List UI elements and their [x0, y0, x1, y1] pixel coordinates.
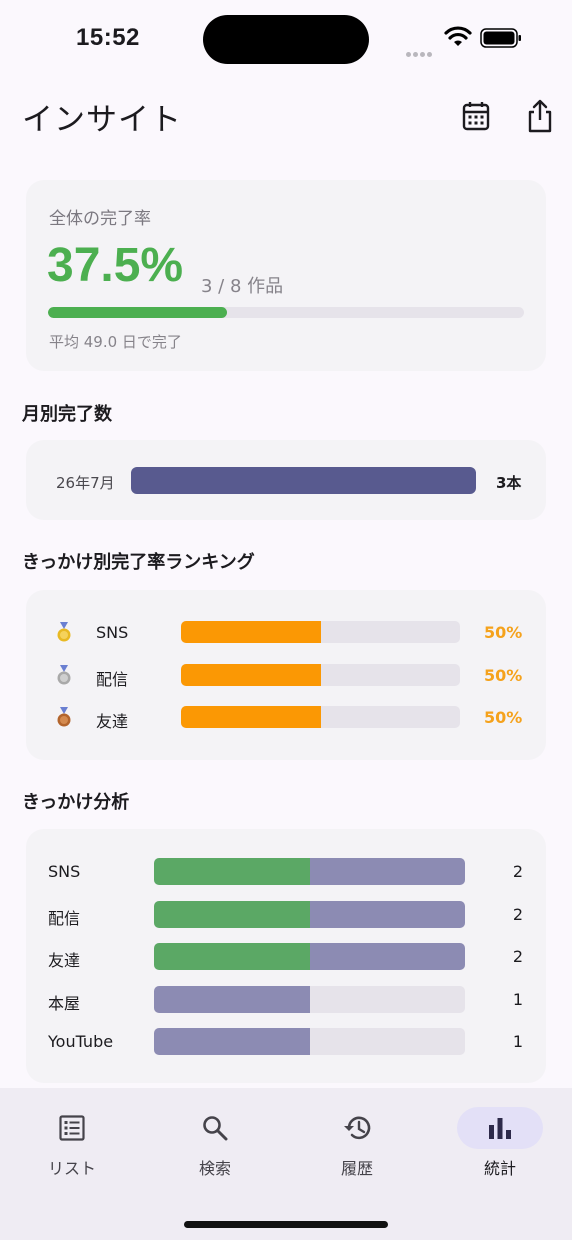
analysis-bar-completed	[154, 901, 310, 928]
calendar-icon[interactable]	[461, 100, 491, 132]
analysis-row: SNS 2	[0, 858, 572, 886]
ranking-bar-fill	[181, 706, 321, 728]
analysis-row: 配信 2	[0, 901, 572, 929]
analysis-value: 2	[512, 905, 523, 924]
analysis-row: YouTube 1	[0, 1028, 572, 1056]
analysis-bar	[154, 901, 465, 928]
nav-item-list[interactable]: リスト	[12, 1107, 132, 1178]
ranking-name: 配信	[96, 670, 129, 689]
ranking-section-title: きっかけ別完了率ランキング	[22, 552, 255, 573]
analysis-value: 2	[512, 862, 523, 881]
ranking-percent: 50%	[484, 623, 523, 642]
ranking-row: 配信 50%	[0, 664, 572, 689]
silver-medal-icon	[57, 665, 71, 685]
search-icon	[203, 1116, 228, 1141]
analysis-bar-remaining	[154, 1028, 310, 1055]
share-icon[interactable]	[524, 98, 556, 134]
nav-label: リスト	[47, 1159, 96, 1178]
month-bar	[131, 467, 476, 494]
nav-icon-container	[314, 1107, 400, 1149]
status-time: 15:52	[76, 24, 140, 51]
analysis-name: SNS	[48, 862, 81, 881]
camera-notch	[203, 15, 369, 64]
analysis-row: 友達 2	[0, 943, 572, 971]
analysis-bar-remaining	[309, 901, 465, 928]
nav-item-stats[interactable]: 統計	[440, 1107, 560, 1178]
nav-label: 履歴	[340, 1159, 373, 1178]
bronze-medal-icon	[57, 707, 71, 727]
analysis-value: 1	[512, 1032, 523, 1051]
analysis-bar	[154, 986, 465, 1013]
analysis-name: 友達	[48, 951, 81, 970]
analysis-bar-completed	[154, 858, 310, 885]
month-label: 26年7月	[56, 474, 115, 492]
ranking-name: SNS	[96, 623, 129, 642]
nav-icon-container	[29, 1107, 115, 1149]
home-indicator	[184, 1221, 388, 1228]
analysis-bar-remaining	[154, 986, 310, 1013]
ranking-percent: 50%	[484, 666, 523, 685]
gold-medal-icon	[57, 622, 71, 642]
monthly-section-title: 月別完了数	[22, 404, 112, 425]
nav-item-history[interactable]: 履歴	[297, 1107, 417, 1178]
page-title: インサイト	[22, 102, 182, 138]
analysis-value: 2	[512, 947, 523, 966]
nav-label: 検索	[198, 1159, 231, 1178]
nav-icon-container	[457, 1107, 543, 1149]
list-icon	[59, 1115, 85, 1141]
ranking-bar	[181, 706, 460, 728]
nav-item-search[interactable]: 検索	[155, 1107, 275, 1178]
overall-completion-label: 全体の完了率	[49, 209, 151, 229]
analysis-name: 配信	[48, 909, 81, 928]
overall-progress-fill	[48, 307, 227, 318]
ranking-bar-fill	[181, 664, 321, 686]
analysis-bar-remaining	[309, 858, 465, 885]
ranking-percent: 50%	[484, 708, 523, 727]
ranking-bar	[181, 664, 460, 686]
analysis-name: 本屋	[48, 994, 81, 1013]
nav-icon-container	[172, 1107, 258, 1149]
ranking-bar-fill	[181, 621, 321, 643]
ranking-row: 友達 50%	[0, 706, 572, 731]
analysis-bar	[154, 1028, 465, 1055]
ranking-row: SNS 50%	[0, 621, 572, 645]
overall-completion-count: 3 / 8 作品	[201, 276, 284, 297]
analysis-value: 1	[512, 990, 523, 1009]
analysis-section-title: きっかけ分析	[22, 792, 130, 813]
overall-progress-bar	[48, 307, 524, 318]
ranking-bar	[181, 621, 460, 643]
analysis-bar	[154, 943, 465, 970]
cellular-signal-icon	[406, 42, 434, 61]
wifi-icon	[444, 26, 472, 46]
ranking-name: 友達	[96, 712, 129, 731]
analysis-row: 本屋 1	[0, 986, 572, 1014]
history-icon	[344, 1116, 371, 1140]
month-value: 3本	[496, 474, 522, 492]
average-completion-days: 平均 49.0 日で完了	[49, 333, 182, 351]
bar-chart-icon	[489, 1118, 511, 1139]
analysis-bar	[154, 858, 465, 885]
analysis-name: YouTube	[48, 1032, 114, 1051]
overall-completion-percent: 37.5%	[47, 239, 184, 292]
analysis-bar-remaining	[309, 943, 465, 970]
analysis-bar-completed	[154, 943, 310, 970]
battery-icon	[480, 28, 521, 48]
nav-label: 統計	[483, 1159, 516, 1178]
